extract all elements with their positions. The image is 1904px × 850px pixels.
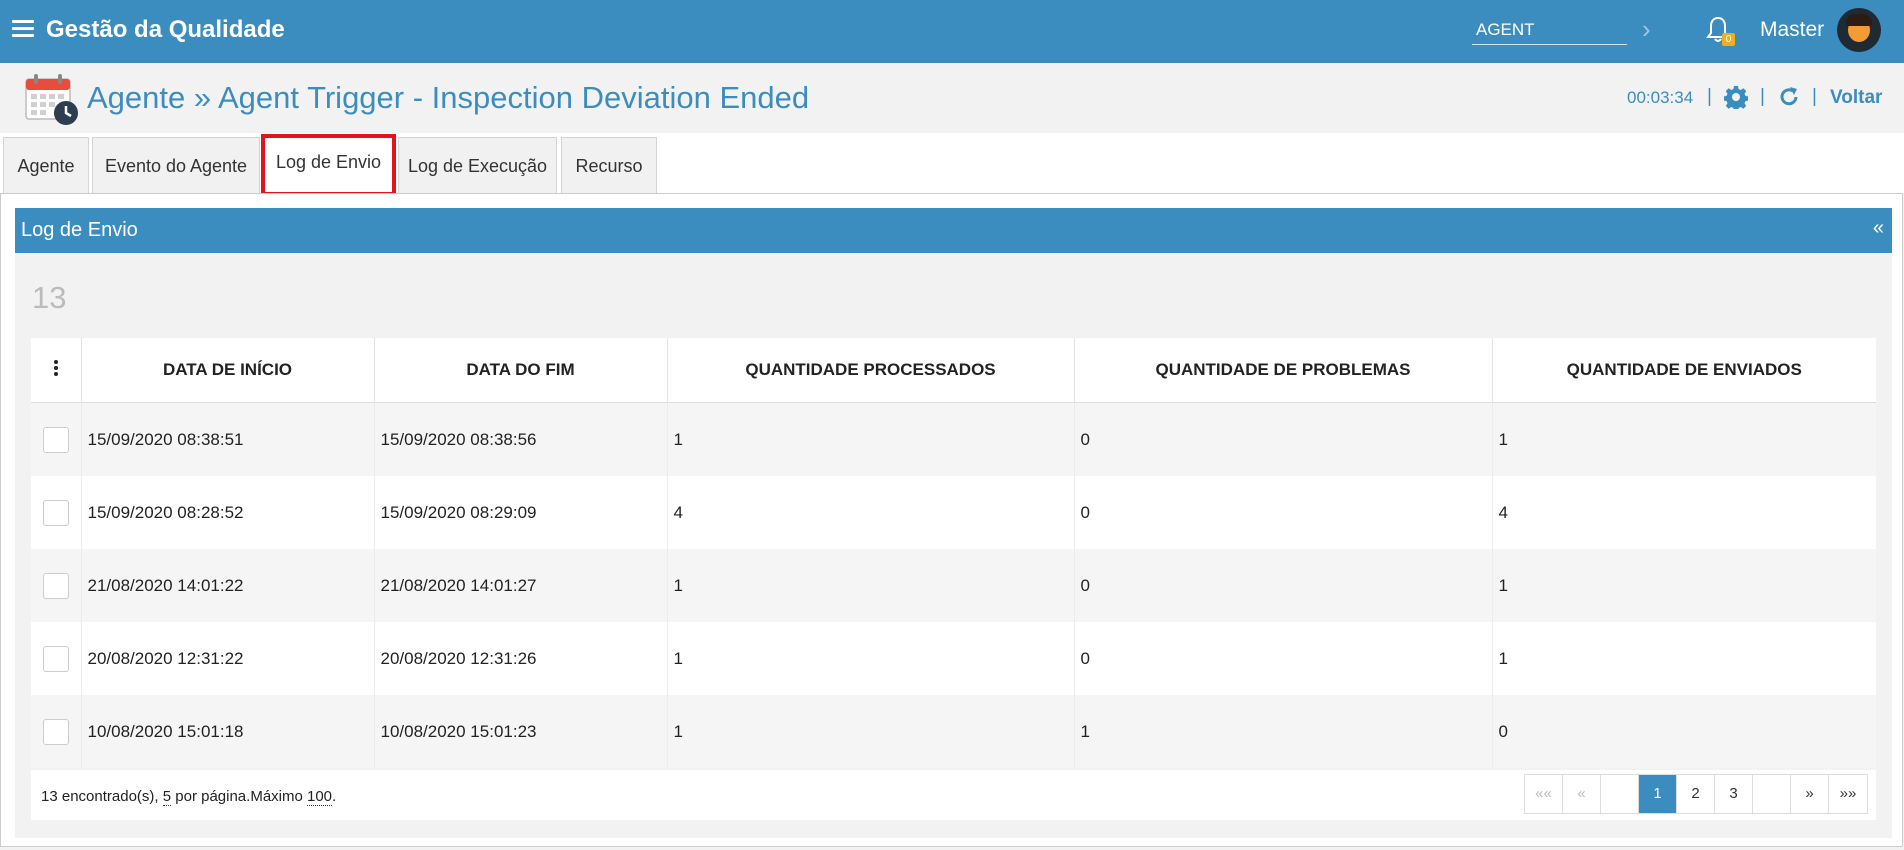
divider: | [1760, 86, 1765, 107]
divider: | [1812, 86, 1817, 107]
row-checkbox[interactable] [42, 645, 69, 672]
table-cell: 10/08/2020 15:01:18 [81, 695, 375, 768]
user-name[interactable]: Master [1760, 18, 1824, 42]
table-cell: 4 [667, 476, 1075, 549]
tab-log-de-execucao[interactable]: Log de Execução [398, 137, 557, 193]
table-row[interactable]: 20/08/2020 12:31:22 20/08/2020 12:31:26 … [31, 622, 1876, 695]
found-label: encontrado(s), [57, 788, 163, 805]
column-header[interactable]: DATA DE INÍCIO [81, 338, 375, 403]
pagination-spacer [1601, 775, 1639, 813]
log-table: DATA DE INÍCIO DATA DO FIM QUANTIDADE PR… [31, 338, 1876, 768]
chevron-right-icon[interactable]: › [1642, 16, 1651, 42]
table-cell: 1 [667, 622, 1075, 695]
table-cell: 0 [1074, 622, 1493, 695]
table-cell: 1 [1074, 695, 1493, 768]
table-footer: 13 encontrado(s), 5 por página.Máximo 10… [31, 770, 1876, 820]
column-header[interactable]: QUANTIDADE DE PROBLEMAS [1074, 338, 1493, 403]
max-value[interactable]: 100 [307, 788, 333, 806]
table-header-row: DATA DE INÍCIO DATA DO FIM QUANTIDADE PR… [31, 338, 1876, 403]
avatar[interactable] [1837, 8, 1881, 52]
page-button[interactable]: 2 [1677, 775, 1715, 813]
found-count: 13 [41, 788, 58, 805]
table-row[interactable]: 15/09/2020 08:28:52 15/09/2020 08:29:09 … [31, 476, 1876, 549]
calendar-clock-icon [25, 74, 78, 125]
back-button[interactable]: Voltar [1830, 87, 1882, 109]
table-cell: 1 [1492, 622, 1876, 695]
column-header[interactable]: QUANTIDADE DE ENVIADOS [1492, 338, 1876, 403]
app-title: Gestão da Qualidade [46, 16, 285, 43]
table-cell: 15/09/2020 08:38:51 [81, 402, 375, 476]
first-page-button[interactable]: «« [1525, 775, 1563, 813]
table-row[interactable]: 10/08/2020 15:01:18 10/08/2020 15:01:23 … [31, 695, 1876, 768]
table-cell: 4 [1492, 476, 1876, 549]
prev-page-button[interactable]: « [1563, 775, 1601, 813]
column-menu[interactable] [31, 338, 82, 403]
row-checkbox[interactable] [42, 572, 69, 599]
table-cell: 21/08/2020 14:01:27 [374, 549, 668, 622]
panel-title: Log de Envio [21, 219, 138, 241]
gear-icon[interactable] [1724, 85, 1748, 109]
table-cell: 15/09/2020 08:38:56 [374, 402, 668, 476]
top-navbar: Gestão da Qualidade › 0 Master [0, 0, 1904, 63]
tab-evento-do-agente[interactable]: Evento do Agente [92, 137, 260, 193]
table-row[interactable]: 21/08/2020 14:01:22 21/08/2020 14:01:27 … [31, 549, 1876, 622]
table-cell: 15/09/2020 08:28:52 [81, 476, 375, 549]
table-cell: 1 [667, 549, 1075, 622]
per-page-label: por página.Máximo [171, 788, 307, 805]
tab-agente[interactable]: Agente [3, 137, 89, 193]
table-cell: 1 [1492, 402, 1876, 476]
summary-end: . [332, 788, 337, 805]
tab-recurso[interactable]: Recurso [561, 137, 657, 193]
next-page-button[interactable]: » [1791, 775, 1829, 813]
row-select-cell [31, 402, 82, 476]
kebab-menu-icon[interactable] [53, 358, 58, 378]
pagination: «« « 1 2 3 » »» [1524, 774, 1868, 814]
page-header: Agente » Agent Trigger - Inspection Devi… [0, 63, 1904, 133]
table-cell: 1 [1492, 549, 1876, 622]
notification-badge: 0 [1722, 33, 1735, 46]
column-header[interactable]: DATA DO FIM [374, 338, 668, 403]
table-row[interactable]: 15/09/2020 08:38:51 15/09/2020 08:38:56 … [31, 402, 1876, 476]
tab-log-de-envio[interactable]: Log de Envio [261, 134, 396, 196]
table-cell: 15/09/2020 08:29:09 [374, 476, 668, 549]
notifications-button[interactable]: 0 [1705, 15, 1735, 46]
table-cell: 0 [1492, 695, 1876, 768]
table-cell: 20/08/2020 12:31:22 [81, 622, 375, 695]
page-button[interactable]: 3 [1715, 775, 1753, 813]
table-cell: 1 [667, 695, 1075, 768]
results-summary: 13 encontrado(s), 5 por página.Máximo 10… [41, 788, 337, 806]
row-select-cell [31, 476, 82, 549]
page-title: Agente » Agent Trigger - Inspection Devi… [87, 80, 810, 115]
table-cell: 21/08/2020 14:01:22 [81, 549, 375, 622]
row-select-cell [31, 695, 82, 768]
column-header[interactable]: QUANTIDADE PROCESSADOS [667, 338, 1075, 403]
row-select-cell [31, 549, 82, 622]
pagination-spacer [1753, 775, 1791, 813]
search-input[interactable] [1472, 15, 1627, 45]
row-checkbox[interactable] [42, 426, 69, 453]
row-checkbox[interactable] [42, 499, 69, 526]
panel-header: Log de Envio « [15, 208, 1892, 253]
hamburger-menu-icon[interactable] [12, 20, 34, 38]
per-page-value[interactable]: 5 [162, 788, 172, 806]
record-count: 13 [32, 280, 67, 315]
table-cell: 0 [1074, 476, 1493, 549]
row-select-cell [31, 622, 82, 695]
session-timer: 00:03:34 [1627, 88, 1694, 107]
table-cell: 0 [1074, 402, 1493, 476]
table-cell: 0 [1074, 549, 1493, 622]
table-cell: 1 [667, 402, 1075, 476]
table-cell: 20/08/2020 12:31:26 [374, 622, 668, 695]
divider: | [1707, 86, 1712, 107]
last-page-button[interactable]: »» [1829, 775, 1867, 813]
collapse-icon[interactable]: « [1873, 217, 1884, 240]
refresh-icon[interactable] [1777, 85, 1801, 109]
page-button[interactable]: 1 [1639, 775, 1677, 813]
row-checkbox[interactable] [42, 718, 69, 745]
table-cell: 10/08/2020 15:01:23 [374, 695, 668, 768]
